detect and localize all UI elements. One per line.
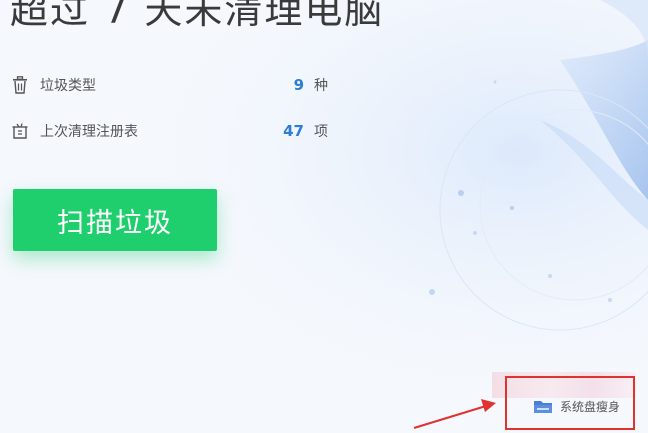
stat-unit-registry: 项 bbox=[314, 124, 328, 140]
stat-unit-junk-types: 种 bbox=[314, 78, 328, 94]
stat-value-junk-types: 9 bbox=[293, 76, 304, 94]
annotation-highlight-box bbox=[505, 376, 635, 430]
stat-row-junk-types: 垃圾类型 9 种 bbox=[10, 73, 330, 97]
trash-icon bbox=[10, 75, 30, 95]
stat-label-junk-types: 垃圾类型 bbox=[40, 78, 96, 94]
stat-value-registry: 47 bbox=[283, 122, 304, 140]
stat-label-registry: 上次清理注册表 bbox=[40, 124, 138, 140]
scan-junk-button[interactable]: 扫描垃圾 bbox=[13, 189, 217, 251]
page-headline: 超过 7 天未清理电脑 bbox=[10, 0, 385, 32]
stat-row-registry: 上次清理注册表 47 项 bbox=[10, 119, 330, 143]
registry-icon bbox=[10, 121, 30, 141]
